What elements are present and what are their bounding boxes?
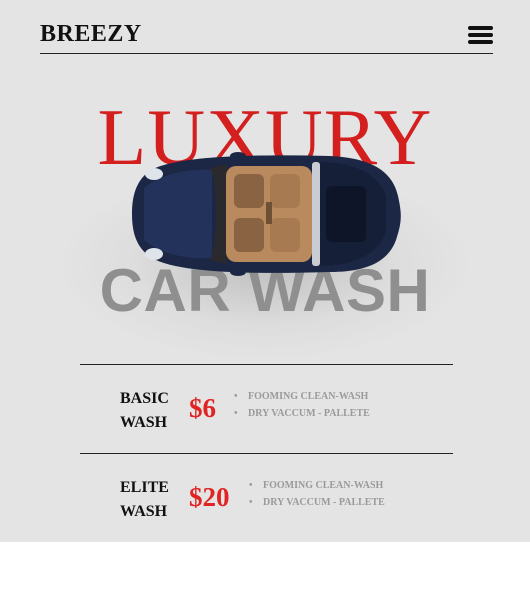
plan-name: ELITE WASH bbox=[120, 476, 190, 524]
plan-name-line2: WASH bbox=[120, 503, 168, 520]
hamburger-menu-icon[interactable] bbox=[468, 26, 493, 44]
plan-name-line1: BASIC bbox=[120, 390, 169, 407]
brand-logo[interactable]: BREEZY bbox=[40, 21, 142, 48]
plan-name-line2: WASH bbox=[120, 414, 168, 431]
menu-bar bbox=[468, 33, 493, 37]
menu-bar bbox=[468, 40, 493, 44]
feature-list: FOOMING CLEAN-WASH DRY VACCUM - PALLETE bbox=[234, 388, 370, 422]
plan-card-elite[interactable]: ELITE WASH $20 FOOMING CLEAN-WASH DRY VA… bbox=[80, 454, 453, 542]
feature-item: DRY VACCUM - PALLETE bbox=[234, 405, 370, 422]
menu-bar bbox=[468, 26, 493, 30]
plan-price: $20 bbox=[189, 482, 230, 512]
plan-name-line1: ELITE bbox=[120, 479, 169, 496]
feature-list: FOOMING CLEAN-WASH DRY VACCUM - PALLETE bbox=[249, 477, 385, 511]
feature-item: FOOMING CLEAN-WASH bbox=[234, 388, 370, 405]
page-panel: BREEZY LUXURY CAR WASH BASIC WASH $6 • F… bbox=[0, 0, 530, 542]
hero-section: LUXURY CAR WASH bbox=[0, 90, 530, 360]
feature-item: DRY VACCUM - PALLETE bbox=[249, 494, 385, 511]
feature-item: FOOMING CLEAN-WASH bbox=[249, 477, 385, 494]
plan-name: BASIC WASH bbox=[120, 387, 190, 435]
site-header: BREEZY bbox=[40, 18, 493, 54]
plan-card-basic[interactable]: BASIC WASH $6 FOOMING CLEAN-WASH DRY VAC… bbox=[80, 365, 453, 453]
sports-car-image bbox=[132, 152, 401, 276]
plan-price: $6 bbox=[189, 393, 216, 423]
